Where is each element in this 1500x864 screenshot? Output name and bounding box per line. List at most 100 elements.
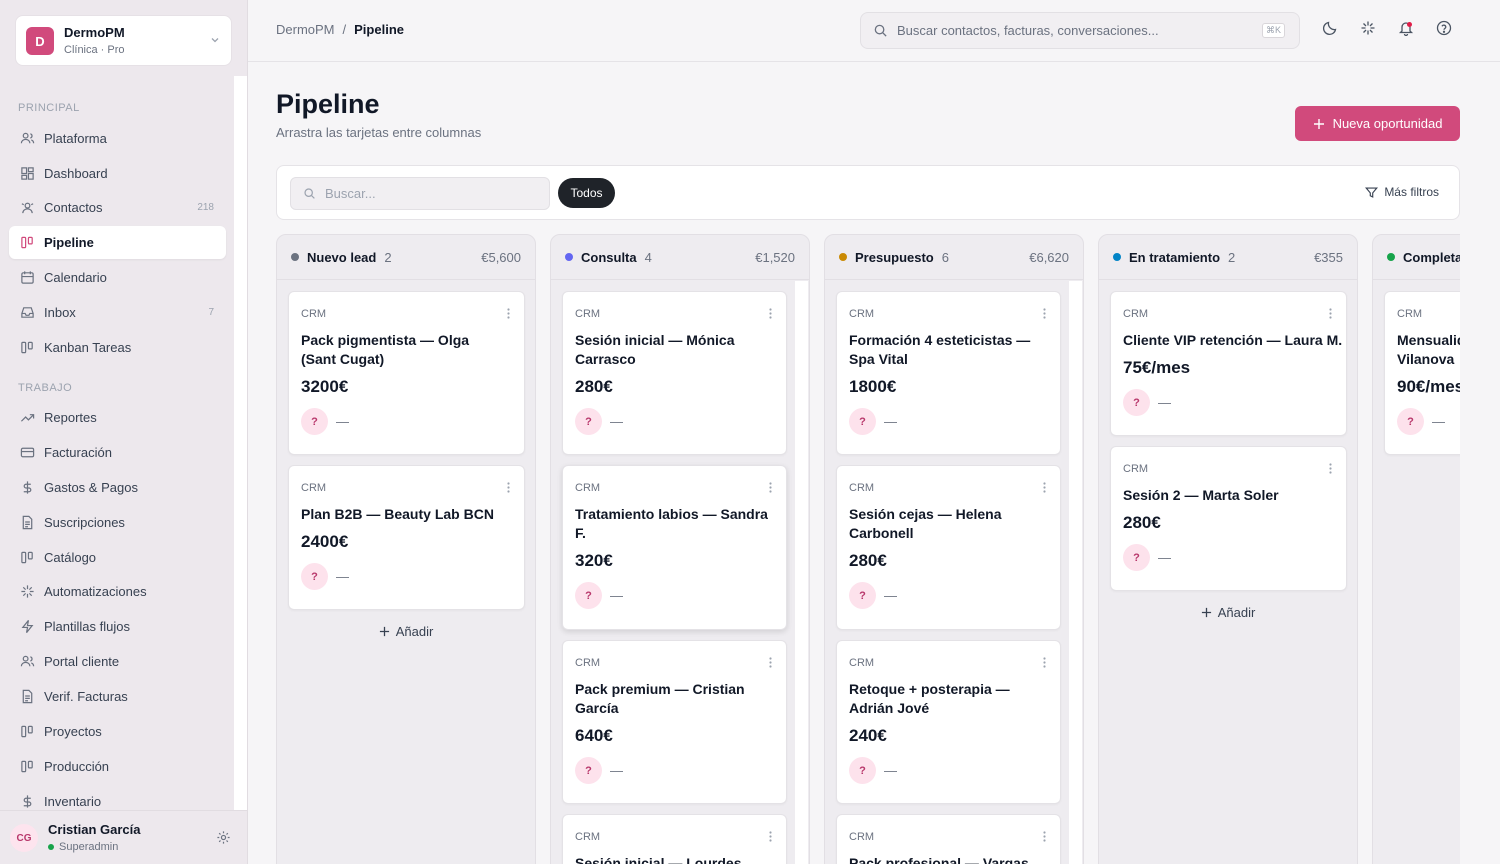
sidebar-item-calendario[interactable]: Calendario bbox=[9, 261, 226, 294]
add-card-button[interactable]: Añadir bbox=[1099, 605, 1357, 620]
kanban-icon bbox=[19, 759, 35, 775]
kebab-menu-icon[interactable] bbox=[1329, 463, 1332, 474]
deal-card[interactable]: CRM Retoque + posterapia — Adrián Jové 2… bbox=[836, 640, 1061, 804]
assignee-label: — bbox=[884, 414, 897, 429]
card-value: 280€ bbox=[1123, 513, 1161, 532]
board-search-input[interactable]: Buscar... bbox=[290, 177, 550, 210]
column-title: Nuevo lead bbox=[307, 249, 377, 265]
card-owner: ? — bbox=[575, 408, 623, 435]
catalog-icon bbox=[19, 550, 35, 566]
sidebar-item-facturacion[interactable]: Facturación bbox=[9, 436, 226, 469]
sidebar-item-proyectos[interactable]: Proyectos bbox=[9, 715, 226, 748]
search-placeholder: Buscar contactos, facturas, conversacion… bbox=[897, 23, 1159, 38]
dashboard-icon bbox=[19, 166, 35, 182]
sidebar-item-inbox[interactable]: Inbox 7 bbox=[9, 296, 226, 329]
kebab-menu-icon[interactable] bbox=[507, 482, 510, 493]
sidebar-item-automatizaciones[interactable]: Automatizaciones bbox=[9, 575, 226, 608]
column-count: 4 bbox=[644, 249, 652, 265]
moon-icon[interactable] bbox=[1322, 20, 1338, 36]
sidebar-item-kanban-tareas[interactable]: Kanban Tareas bbox=[9, 331, 226, 364]
card-title: Pack pigmentista — Olga (Sant Cugat) bbox=[301, 332, 470, 367]
sidebar-item-portal-cliente[interactable]: Portal cliente bbox=[9, 645, 226, 678]
card-tag: CRM bbox=[301, 308, 327, 320]
topbar: DermoPM / Pipeline Buscar contactos, fac… bbox=[248, 0, 1500, 62]
kebab-menu-icon[interactable] bbox=[1043, 308, 1046, 319]
new-opportunity-button[interactable]: Nueva oportunidad bbox=[1295, 106, 1460, 141]
filter-chip-all[interactable]: Todos bbox=[558, 178, 615, 208]
avatar: ? bbox=[1123, 544, 1150, 571]
user-profile[interactable]: CG Cristian García Superadmin bbox=[0, 810, 247, 864]
kebab-menu-icon[interactable] bbox=[507, 308, 510, 319]
card-value: 640€ bbox=[575, 726, 613, 745]
kebab-menu-icon[interactable] bbox=[1043, 657, 1046, 668]
kebab-menu-icon[interactable] bbox=[769, 657, 772, 668]
stage-color-dot bbox=[291, 253, 299, 261]
sparkle-icon bbox=[19, 584, 35, 600]
add-card-label: Añadir bbox=[395, 624, 434, 639]
assignee-label: — bbox=[610, 763, 623, 778]
kebab-menu-icon[interactable] bbox=[769, 831, 772, 842]
sidebar-item-label: Plantillas flujos bbox=[44, 619, 130, 634]
sparkle-icon[interactable] bbox=[1360, 20, 1376, 36]
card-value: 280€ bbox=[575, 377, 613, 396]
deal-card[interactable]: CRM Mensualid Vilanova 90€/mes ? — bbox=[1384, 291, 1460, 455]
gear-icon[interactable] bbox=[216, 830, 231, 845]
sidebar-item-gastos-pagos[interactable]: Gastos & Pagos bbox=[9, 471, 226, 504]
kebab-menu-icon[interactable] bbox=[1329, 308, 1332, 319]
deal-card[interactable]: CRM Pack profesional — Vargas bbox=[836, 814, 1061, 864]
avatar: ? bbox=[849, 757, 876, 784]
pipeline-board: Nuevo lead 2 €5,600 CRM Pack pigmentista… bbox=[276, 234, 1460, 864]
sidebar-item-plataforma[interactable]: Plataforma bbox=[9, 122, 226, 155]
global-search-input[interactable]: Buscar contactos, facturas, conversacion… bbox=[860, 12, 1300, 49]
column-header: Presupuesto 6 €6,620 bbox=[825, 235, 1083, 280]
section-trabajo: TRABAJO bbox=[18, 382, 73, 394]
sidebar: D DermoPM Clínica · Pro PRINCIPAL Plataf… bbox=[0, 0, 248, 864]
add-card-button[interactable]: Añadir bbox=[277, 624, 535, 639]
search-icon bbox=[303, 187, 316, 200]
kebab-menu-icon[interactable] bbox=[1043, 482, 1046, 493]
kebab-menu-icon[interactable] bbox=[1043, 831, 1046, 842]
card-tag: CRM bbox=[575, 657, 601, 669]
sidebar-item-dashboard[interactable]: Dashboard bbox=[9, 157, 226, 190]
sidebar-item-plantillas-flujos[interactable]: Plantillas flujos bbox=[9, 610, 226, 643]
more-filters-button[interactable]: Más filtros bbox=[1365, 185, 1439, 199]
org-switcher[interactable]: D DermoPM Clínica · Pro bbox=[15, 15, 232, 66]
sidebar-item-produccion[interactable]: Producción bbox=[9, 750, 226, 783]
sidebar-item-catalogo[interactable]: Catálogo bbox=[9, 541, 226, 574]
sidebar-item-label: Kanban Tareas bbox=[44, 340, 132, 355]
sidebar-item-verif-facturas[interactable]: Verif. Facturas bbox=[9, 680, 226, 713]
card-owner: ? — bbox=[301, 408, 349, 435]
contacts-icon bbox=[19, 200, 35, 216]
column-scrollbar[interactable] bbox=[1069, 281, 1082, 864]
column-nuevo-lead: Nuevo lead 2 €5,600 CRM Pack pigmentista… bbox=[276, 234, 536, 864]
users-icon bbox=[19, 131, 35, 147]
deal-card[interactable]: CRM Sesión cejas — Helena Carbonell 280€… bbox=[836, 465, 1061, 630]
help-icon[interactable] bbox=[1436, 20, 1452, 36]
breadcrumb-separator: / bbox=[342, 22, 347, 37]
deal-card[interactable]: CRM Formación 4 esteticistas — Spa Vital… bbox=[836, 291, 1061, 455]
kebab-menu-icon[interactable] bbox=[769, 482, 772, 493]
deal-card[interactable]: CRM Sesión inicial — Lourdes bbox=[562, 814, 787, 864]
sidebar-scrollbar[interactable] bbox=[234, 76, 247, 810]
column-scrollbar[interactable] bbox=[795, 281, 808, 864]
sidebar-item-pipeline[interactable]: Pipeline bbox=[9, 226, 226, 259]
inbox-icon bbox=[19, 305, 35, 321]
breadcrumb: DermoPM / Pipeline bbox=[276, 22, 404, 37]
deal-card[interactable]: CRM Plan B2B — Beauty Lab BCN 2400€ ? — bbox=[288, 465, 525, 610]
column-amount: €6,620 bbox=[1029, 250, 1069, 265]
search-placeholder: Buscar... bbox=[325, 186, 376, 201]
sidebar-item-contactos[interactable]: Contactos 218 bbox=[9, 191, 226, 224]
kebab-menu-icon[interactable] bbox=[769, 308, 772, 319]
breadcrumb-root[interactable]: DermoPM bbox=[276, 22, 335, 37]
deal-card[interactable]: CRM Pack premium — Cristian García 640€ … bbox=[562, 640, 787, 804]
user-role-label: Superadmin bbox=[59, 841, 119, 853]
deal-card[interactable]: CRM Cliente VIP retención — Laura M. 75€… bbox=[1110, 291, 1347, 436]
sidebar-item-reportes[interactable]: Reportes bbox=[9, 401, 226, 434]
add-card-label: Añadir bbox=[1217, 605, 1256, 620]
column-amount: €355 bbox=[1314, 250, 1343, 265]
deal-card[interactable]: CRM Tratamiento labios — Sandra F. 320€ … bbox=[562, 465, 787, 630]
sidebar-item-suscripciones[interactable]: Suscripciones bbox=[9, 506, 226, 539]
deal-card[interactable]: CRM Pack pigmentista — Olga (Sant Cugat)… bbox=[288, 291, 525, 455]
deal-card[interactable]: CRM Sesión inicial — Mónica Carrasco 280… bbox=[562, 291, 787, 455]
deal-card[interactable]: CRM Sesión 2 — Marta Soler 280€ ? — bbox=[1110, 446, 1347, 591]
